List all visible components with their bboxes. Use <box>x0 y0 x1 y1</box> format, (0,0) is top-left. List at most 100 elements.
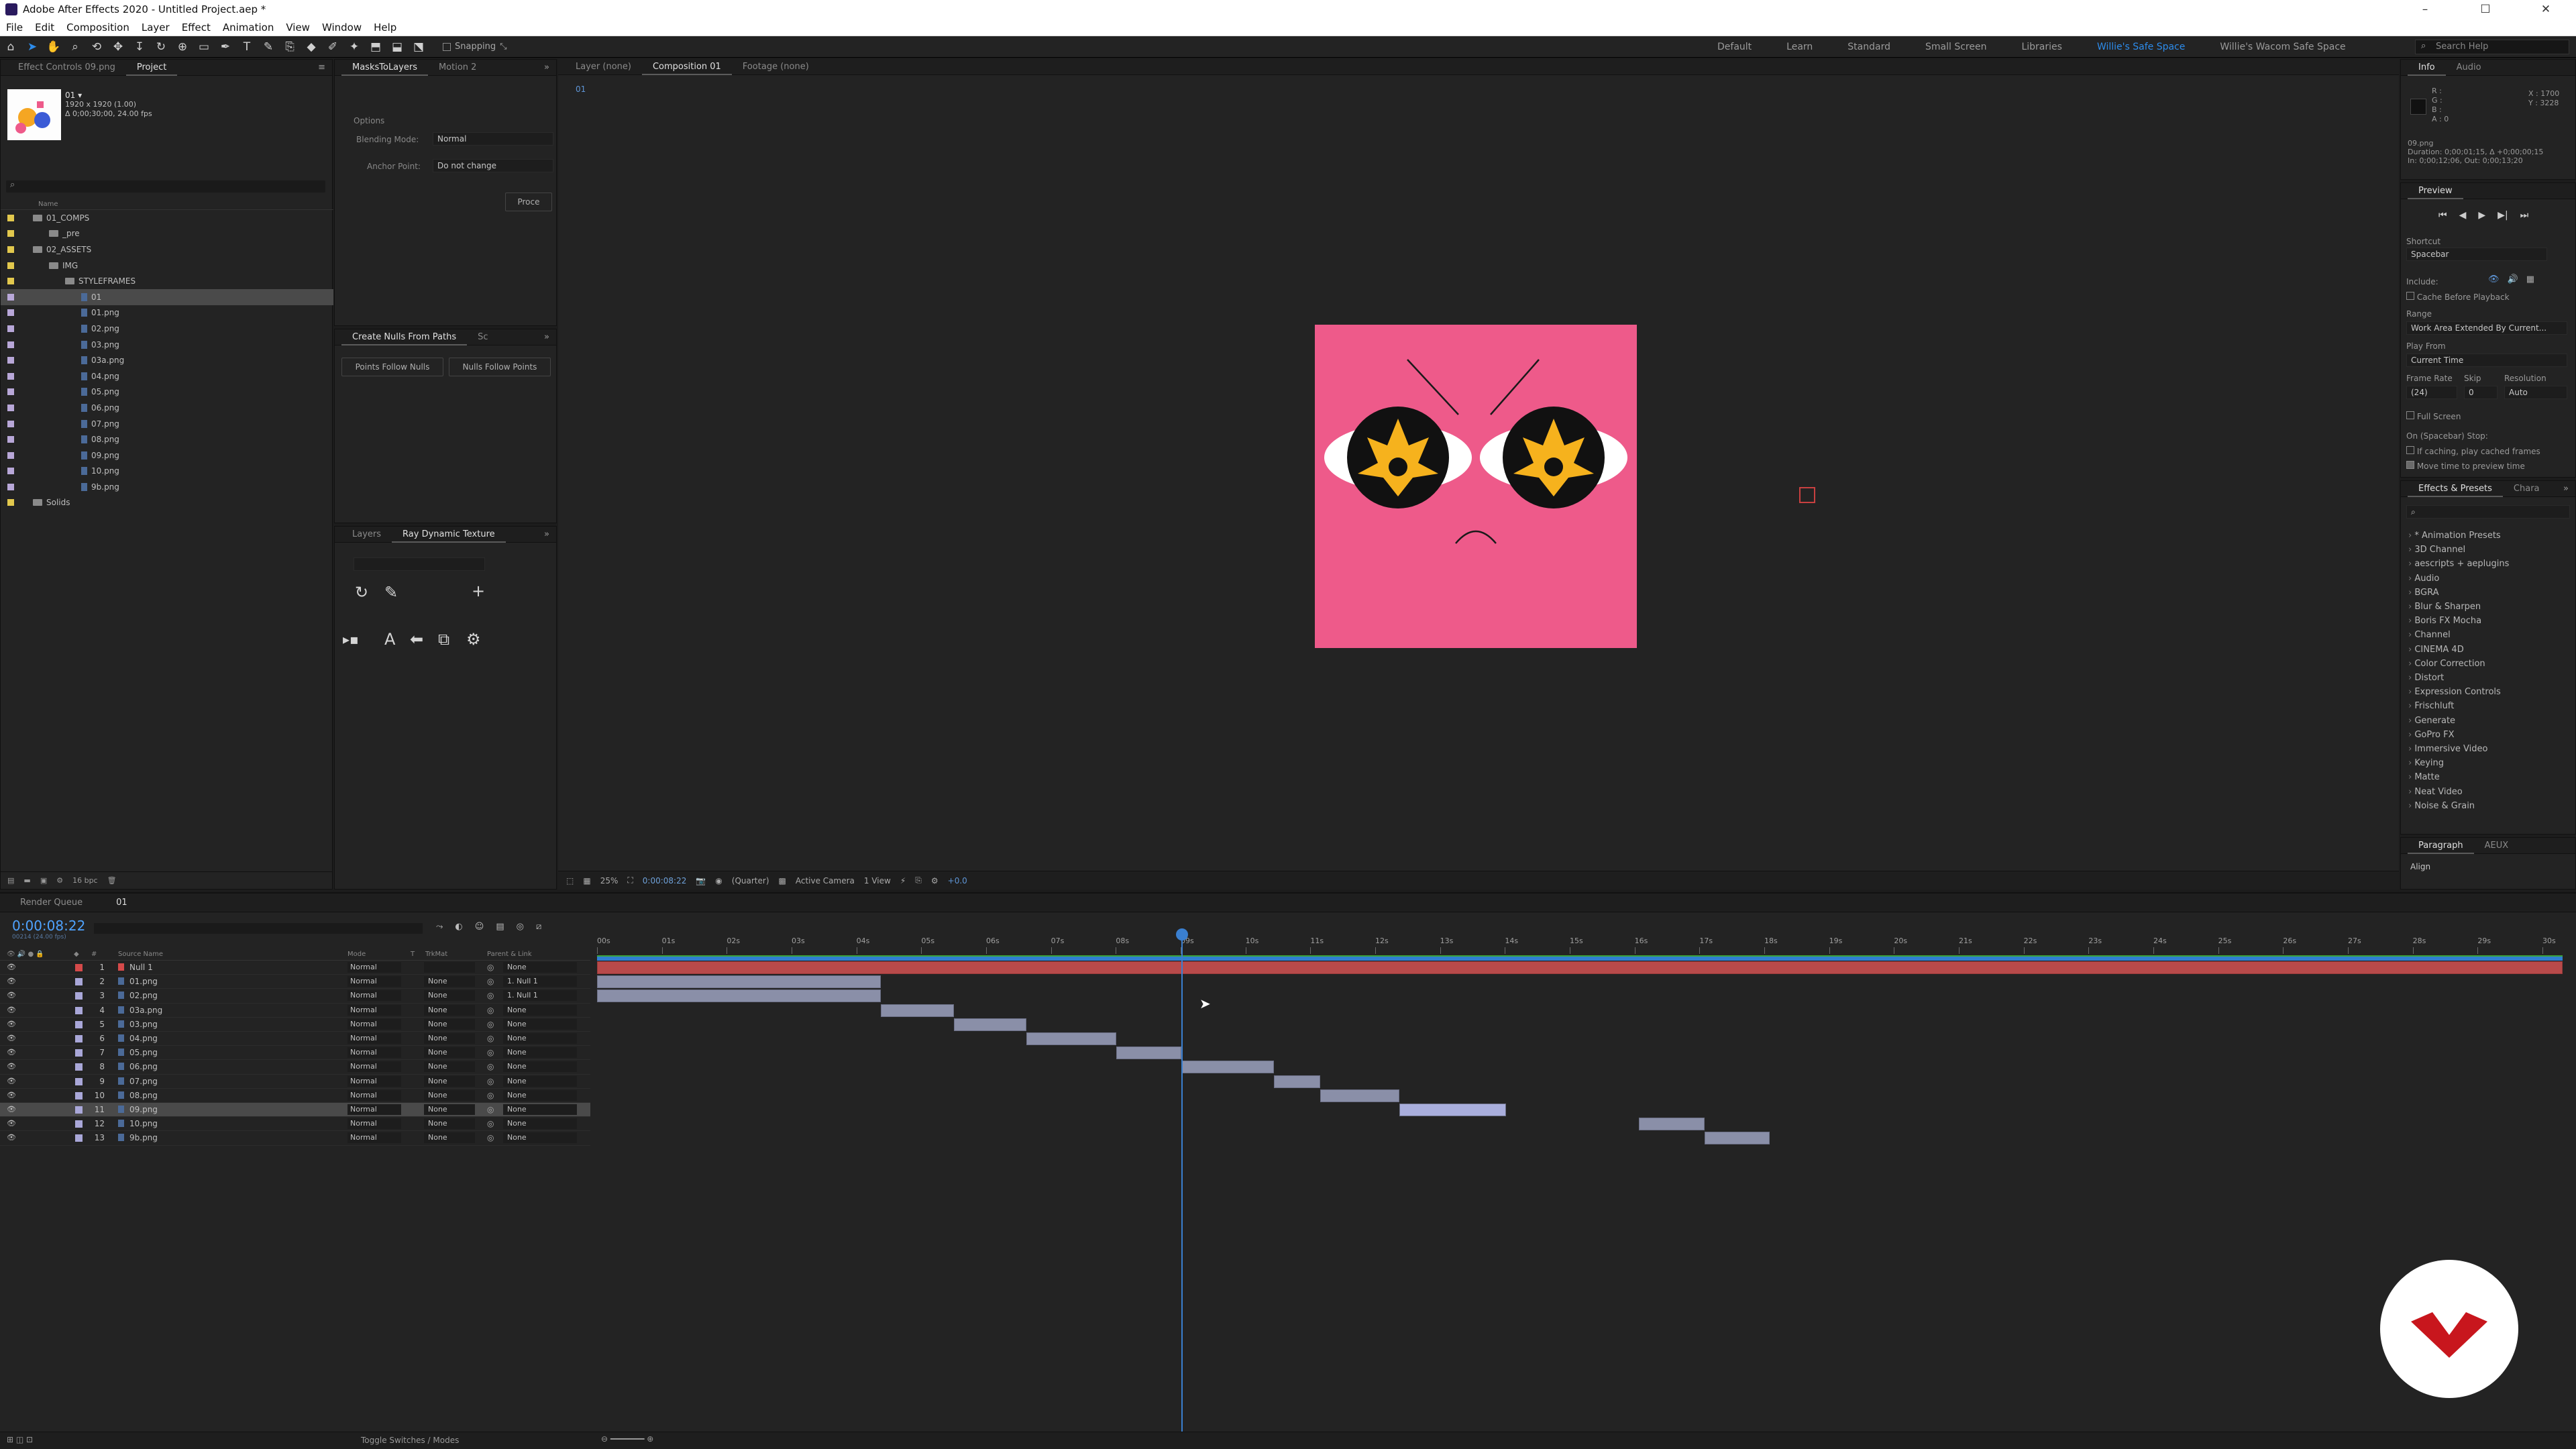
menu-effect[interactable]: Effect <box>176 21 217 34</box>
visibility-toggle-icon[interactable]: 👁 <box>7 1105 16 1114</box>
shape-link-icon[interactable]: ▸▪ <box>343 631 359 647</box>
close-button[interactable]: ✕ <box>2516 3 2576 16</box>
next-frame-icon[interactable]: ▶| <box>2498 210 2508 221</box>
full-screen-checkbox[interactable] <box>2406 411 2414 419</box>
tab-effect-controls[interactable]: Effect Controls 09.png <box>7 60 126 76</box>
rectangle-tool-icon[interactable]: ▭ <box>195 38 213 56</box>
tab-motion-2[interactable]: Motion 2 <box>428 60 487 76</box>
blend-mode-dropdown[interactable]: Normal <box>347 1118 401 1130</box>
layer-label-color[interactable] <box>75 1091 83 1099</box>
pen-tool-icon[interactable]: ✒ <box>216 38 235 56</box>
layer-label-color[interactable] <box>75 1063 83 1071</box>
brush-tool-icon[interactable]: ✎ <box>259 38 278 56</box>
snapping-toggle[interactable]: Snapping ⤡ <box>443 42 506 52</box>
menu-layer[interactable]: Layer <box>136 21 176 34</box>
menu-window[interactable]: Window <box>316 21 368 34</box>
project-settings-icon[interactable]: ⚙ <box>56 876 63 885</box>
search-help-input[interactable]: Search Help <box>2415 40 2569 54</box>
visibility-toggle-icon[interactable]: 👁 <box>7 1062 16 1071</box>
visibility-toggle-icon[interactable]: 👁 <box>7 1119 16 1128</box>
blend-mode-dropdown[interactable]: Normal <box>347 1033 401 1044</box>
layer-label-color[interactable] <box>75 1035 83 1042</box>
label-color-swatch[interactable] <box>7 214 14 221</box>
layer-name[interactable]: 09.png <box>118 1105 158 1114</box>
panel-overflow-icon[interactable]: » <box>544 332 549 342</box>
effect-category[interactable]: Immersive Video <box>2408 742 2509 756</box>
motion-blur-icon[interactable]: ◎ <box>517 922 524 932</box>
workspace-4[interactable]: Libraries <box>2021 42 2061 52</box>
layer-name[interactable]: 06.png <box>118 1062 158 1071</box>
menu-view[interactable]: View <box>280 21 316 34</box>
blend-mode-dropdown[interactable]: Normal <box>347 976 401 987</box>
blend-mode-dropdown[interactable]: Normal <box>347 990 401 1002</box>
fast-preview-icon[interactable]: ⚡ <box>900 876 906 885</box>
panel-overflow-icon[interactable]: » <box>544 529 549 539</box>
zoom-slider[interactable]: ⊖ ━━━━━━━ ⊕ <box>601 1434 653 1444</box>
parent-dropdown[interactable]: None <box>503 1004 577 1016</box>
layer-duration-bar[interactable] <box>1116 1046 1182 1060</box>
arrow-left-icon[interactable]: ⬅ <box>410 630 423 649</box>
overlay-icon[interactable]: ▦ <box>2526 274 2534 284</box>
effect-category[interactable]: * Animation Presets <box>2408 529 2509 543</box>
label-color-swatch[interactable] <box>7 357 14 364</box>
layer-duration-bar[interactable] <box>954 1018 1026 1031</box>
effect-category[interactable]: Matte <box>2408 770 2509 784</box>
layer-name[interactable]: 08.png <box>118 1091 158 1100</box>
pick-whip-icon[interactable]: ◎ <box>487 1006 494 1015</box>
track-matte-dropdown[interactable] <box>424 962 475 973</box>
track-matte-dropdown[interactable]: None <box>424 1104 475 1115</box>
composition-canvas[interactable] <box>1315 325 1637 648</box>
parent-dropdown[interactable]: None <box>503 1104 577 1115</box>
label-color-swatch[interactable] <box>7 341 14 348</box>
toggle-switches-modes[interactable]: Toggle Switches / Modes <box>361 1436 459 1445</box>
layer-name[interactable]: 9b.png <box>118 1133 158 1142</box>
tab-footage-viewer[interactable]: Footage (none) <box>732 59 820 75</box>
parent-dropdown[interactable]: None <box>503 1075 577 1087</box>
camera-dolly-icon[interactable]: ↧ <box>130 38 149 56</box>
cache-checkbox[interactable] <box>2406 292 2414 300</box>
timeline-search-input[interactable] <box>94 923 423 934</box>
layer-label-color[interactable] <box>75 964 83 971</box>
tab-layers[interactable]: Layers <box>341 527 392 543</box>
comp-breadcrumb[interactable]: 01 <box>576 85 586 94</box>
layer-name[interactable]: 04.png <box>118 1034 158 1043</box>
first-frame-icon[interactable]: ⏮ <box>2438 210 2447 221</box>
trash-icon[interactable]: 🗑 <box>107 876 117 885</box>
visibility-toggle-icon[interactable]: 👁 <box>7 1133 16 1142</box>
project-item[interactable]: 10.png <box>1 464 333 480</box>
tab-aeux[interactable]: AEUX <box>2474 838 2520 854</box>
layer-name[interactable]: 07.png <box>118 1077 158 1086</box>
timeline-timecode[interactable]: 0:00:08:22 <box>12 918 85 934</box>
viewer-timecode[interactable]: 0:00:08:22 <box>643 876 687 885</box>
project-item[interactable]: 01.png <box>1 305 333 321</box>
if-caching-checkbox[interactable] <box>2406 446 2414 454</box>
expand-layer-switches-icon[interactable]: ⊞ ◫ ⊡ <box>7 1435 33 1444</box>
effect-category[interactable]: Keying <box>2408 756 2509 770</box>
parent-dropdown[interactable]: None <box>503 1061 577 1073</box>
pick-whip-icon[interactable]: ◎ <box>487 1077 494 1086</box>
layer-row[interactable]: 👁 1 Null 1 Normal ◎ None <box>0 961 590 975</box>
track-matte-dropdown[interactable]: None <box>424 1033 475 1044</box>
process-button[interactable]: Proce <box>505 193 552 211</box>
layer-duration-bar[interactable] <box>1320 1089 1400 1102</box>
label-color-swatch[interactable] <box>7 468 14 475</box>
blend-mode-dropdown[interactable]: Normal <box>347 1018 401 1030</box>
project-item[interactable]: 03a.png <box>1 352 333 368</box>
effects-search-input[interactable]: ⌕ <box>2406 505 2570 519</box>
align-label[interactable]: Align <box>2410 862 2430 871</box>
null-layer-marker[interactable] <box>1799 487 1815 503</box>
transparency-grid-icon[interactable]: ▩ <box>779 876 786 885</box>
track-matte-dropdown[interactable]: None <box>424 1047 475 1059</box>
menu-edit[interactable]: Edit <box>29 21 60 34</box>
channel-icon[interactable]: ◉ <box>715 876 722 885</box>
project-item[interactable]: IMG <box>1 258 333 274</box>
label-color-swatch[interactable] <box>7 309 14 317</box>
layer-label-color[interactable] <box>75 1049 83 1057</box>
play-icon[interactable]: ▶ <box>2478 210 2485 221</box>
effect-category[interactable]: Audio <box>2408 572 2509 586</box>
effect-category[interactable]: Noise & Grain <box>2408 799 2509 813</box>
pick-whip-icon[interactable]: ◎ <box>487 1091 494 1100</box>
layer-row[interactable]: 👁 9 07.png Normal None ◎ None <box>0 1075 590 1089</box>
layer-row[interactable]: 👁 3 02.png Normal None ◎ 1. Null 1 <box>0 989 590 1004</box>
texture-dropdown[interactable] <box>354 557 485 571</box>
